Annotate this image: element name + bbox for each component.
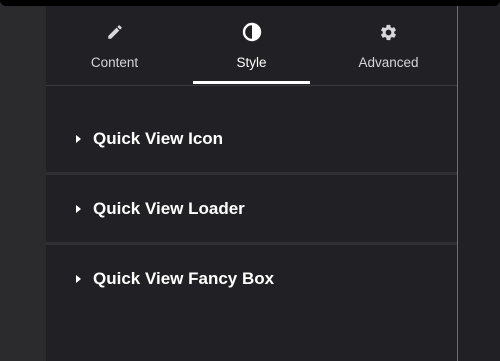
panel-tabs: Content Style Advanced: [46, 6, 457, 86]
tab-advanced[interactable]: Advanced: [320, 6, 457, 85]
section-title: Quick View Loader: [93, 198, 245, 218]
canvas-area: [458, 0, 500, 361]
left-sidebar-edge: [0, 0, 46, 361]
style-sections: Quick View Icon Quick View Loader Quick …: [46, 106, 457, 312]
pencil-icon: [105, 22, 125, 42]
tab-style[interactable]: Style: [183, 6, 320, 85]
section-title: Quick View Fancy Box: [93, 268, 275, 288]
section-quick-view-fancy-box[interactable]: Quick View Fancy Box: [46, 245, 457, 312]
tab-content-label: Content: [90, 55, 139, 70]
tab-content[interactable]: Content: [46, 6, 183, 85]
tab-advanced-label: Advanced: [358, 55, 419, 70]
caret-right-icon: [76, 135, 81, 143]
gear-icon: [379, 22, 399, 42]
section-quick-view-icon[interactable]: Quick View Icon: [46, 106, 457, 172]
editor-window: Content Style Advanced Quick View Icon Q…: [0, 0, 500, 361]
tab-style-label: Style: [236, 55, 267, 70]
caret-right-icon: [76, 204, 81, 213]
caret-right-icon: [76, 274, 81, 283]
contrast-icon: [242, 22, 262, 42]
section-title: Quick View Icon: [93, 129, 224, 148]
section-quick-view-loader[interactable]: Quick View Loader: [46, 175, 457, 242]
